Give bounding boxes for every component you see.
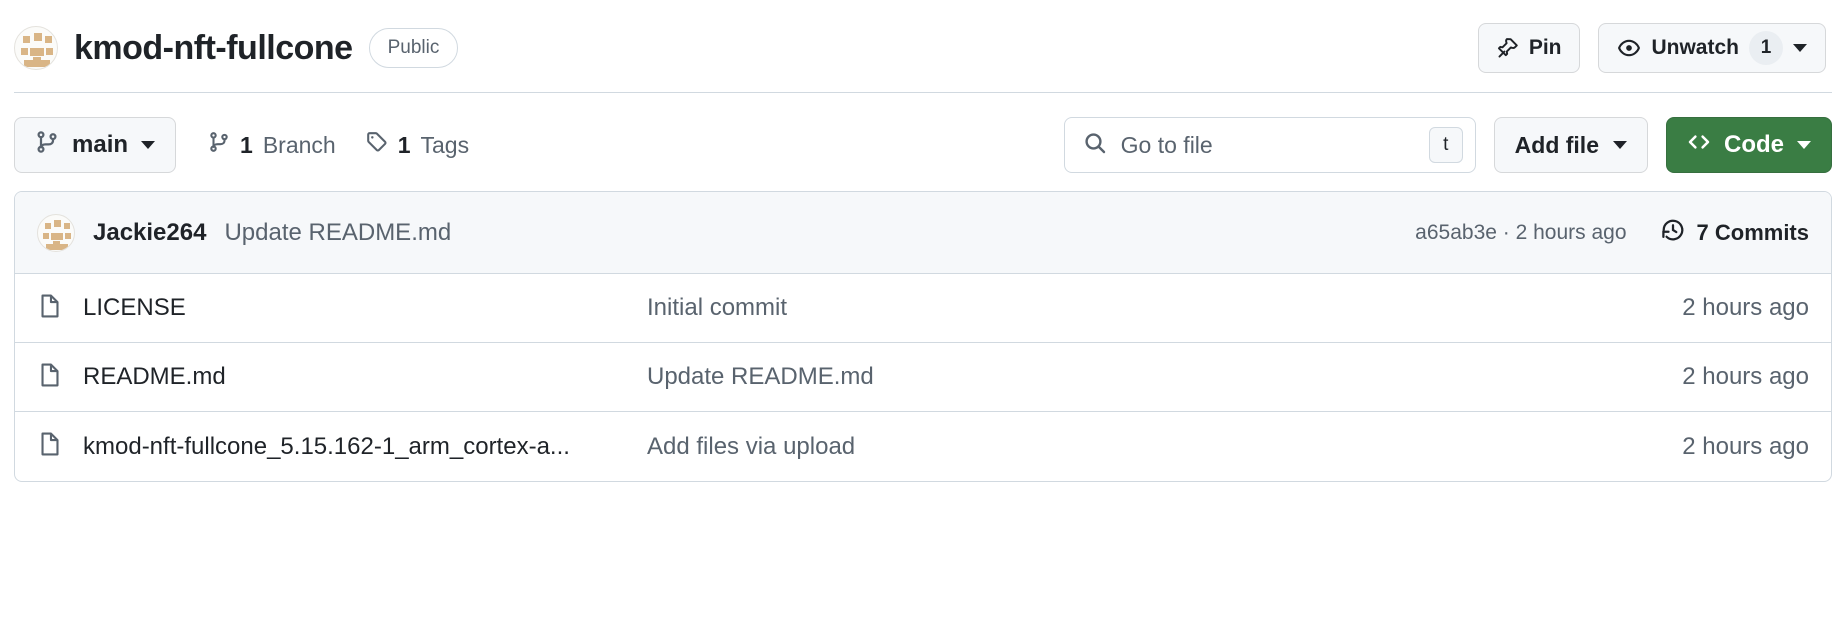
file-listing-table: Jackie264 Update README.md a65ab3e · 2 h… [14, 191, 1832, 482]
file-commit-message[interactable]: Initial commit [647, 294, 1682, 322]
commit-history-link[interactable]: 7 Commits [1661, 218, 1809, 248]
header-actions: Pin Unwatch 1 [1478, 23, 1832, 73]
visibility-badge: Public [369, 28, 459, 68]
git-branch-icon [208, 131, 230, 159]
table-row[interactable]: kmod-nft-fullcone_5.15.162-1_arm_cortex-… [15, 412, 1831, 481]
table-row[interactable]: README.md Update README.md 2 hours ago [15, 343, 1831, 412]
code-brackets-icon [1687, 130, 1711, 161]
identicon-avatar[interactable] [37, 214, 75, 252]
commit-count-label: 7 Commits [1697, 220, 1809, 246]
file-commit-message[interactable]: Add files via upload [647, 433, 1682, 461]
file-name[interactable]: LICENSE [83, 294, 186, 322]
identicon-avatar[interactable] [14, 26, 58, 70]
add-file-button[interactable]: Add file [1494, 117, 1648, 173]
file-name-cell: README.md [37, 362, 647, 393]
file-commit-message[interactable]: Update README.md [647, 363, 1682, 391]
search-icon [1083, 131, 1107, 160]
pin-icon [1497, 37, 1519, 59]
search-input[interactable] [1121, 132, 1415, 159]
chevron-down-icon [1797, 141, 1811, 149]
commit-sha-and-time[interactable]: a65ab3e · 2 hours ago [1415, 221, 1626, 245]
file-commit-time: 2 hours ago [1682, 294, 1809, 322]
file-name[interactable]: kmod-nft-fullcone_5.15.162-1_arm_cortex-… [83, 433, 570, 461]
pin-button-label: Pin [1529, 36, 1562, 60]
tag-count[interactable]: 1 Tags [366, 131, 469, 159]
repository-refs: 1 Branch 1 Tags [208, 131, 469, 159]
file-commit-time: 2 hours ago [1682, 433, 1809, 461]
repository-header: kmod-nft-fullcone Public Pin [0, 0, 1846, 82]
toolbar-right-actions: t Add file Code [1064, 117, 1832, 173]
commit-author-name[interactable]: Jackie264 [93, 219, 206, 247]
search-shortcut-key: t [1429, 127, 1463, 163]
tag-count-value: 1 [398, 132, 411, 159]
branch-selector-label: main [72, 131, 128, 159]
watch-button-label: Unwatch [1651, 36, 1739, 60]
file-commit-time: 2 hours ago [1682, 363, 1809, 391]
branch-count[interactable]: 1 Branch [208, 131, 336, 159]
branch-count-label: Branch [263, 132, 336, 159]
tag-count-label: Tags [420, 132, 469, 159]
repository-title-group: kmod-nft-fullcone Public [14, 26, 1478, 70]
commit-message[interactable]: Update README.md [224, 219, 451, 247]
page-title: kmod-nft-fullcone [74, 29, 353, 68]
add-file-button-label: Add file [1515, 132, 1599, 159]
pin-button[interactable]: Pin [1478, 23, 1581, 73]
latest-commit-bar: Jackie264 Update README.md a65ab3e · 2 h… [15, 192, 1831, 274]
tag-icon [366, 131, 388, 159]
file-name[interactable]: README.md [83, 363, 226, 391]
table-row[interactable]: LICENSE Initial commit 2 hours ago [15, 274, 1831, 343]
repository-page: kmod-nft-fullcone Public Pin [0, 0, 1846, 634]
file-icon [37, 293, 63, 324]
repository-toolbar: main 1 Branch [0, 93, 1846, 191]
commit-meta-group: a65ab3e · 2 hours ago 7 Commits [1415, 218, 1809, 248]
chevron-down-icon [141, 141, 155, 149]
file-icon [37, 362, 63, 393]
git-branch-icon [35, 130, 59, 161]
watch-button[interactable]: Unwatch 1 [1598, 23, 1826, 73]
file-name-cell: LICENSE [37, 293, 647, 324]
file-name-cell: kmod-nft-fullcone_5.15.162-1_arm_cortex-… [37, 431, 647, 462]
history-icon [1661, 218, 1685, 248]
code-button[interactable]: Code [1666, 117, 1832, 173]
code-button-label: Code [1724, 131, 1784, 159]
eye-icon [1617, 36, 1641, 60]
commit-author-group: Jackie264 Update README.md [37, 214, 451, 252]
watch-count-badge: 1 [1749, 31, 1783, 65]
file-icon [37, 431, 63, 462]
chevron-down-icon [1613, 141, 1627, 149]
branch-count-value: 1 [240, 132, 253, 159]
branch-selector[interactable]: main [14, 117, 176, 173]
file-search-box[interactable]: t [1064, 117, 1476, 173]
chevron-down-icon[interactable] [1793, 44, 1807, 52]
